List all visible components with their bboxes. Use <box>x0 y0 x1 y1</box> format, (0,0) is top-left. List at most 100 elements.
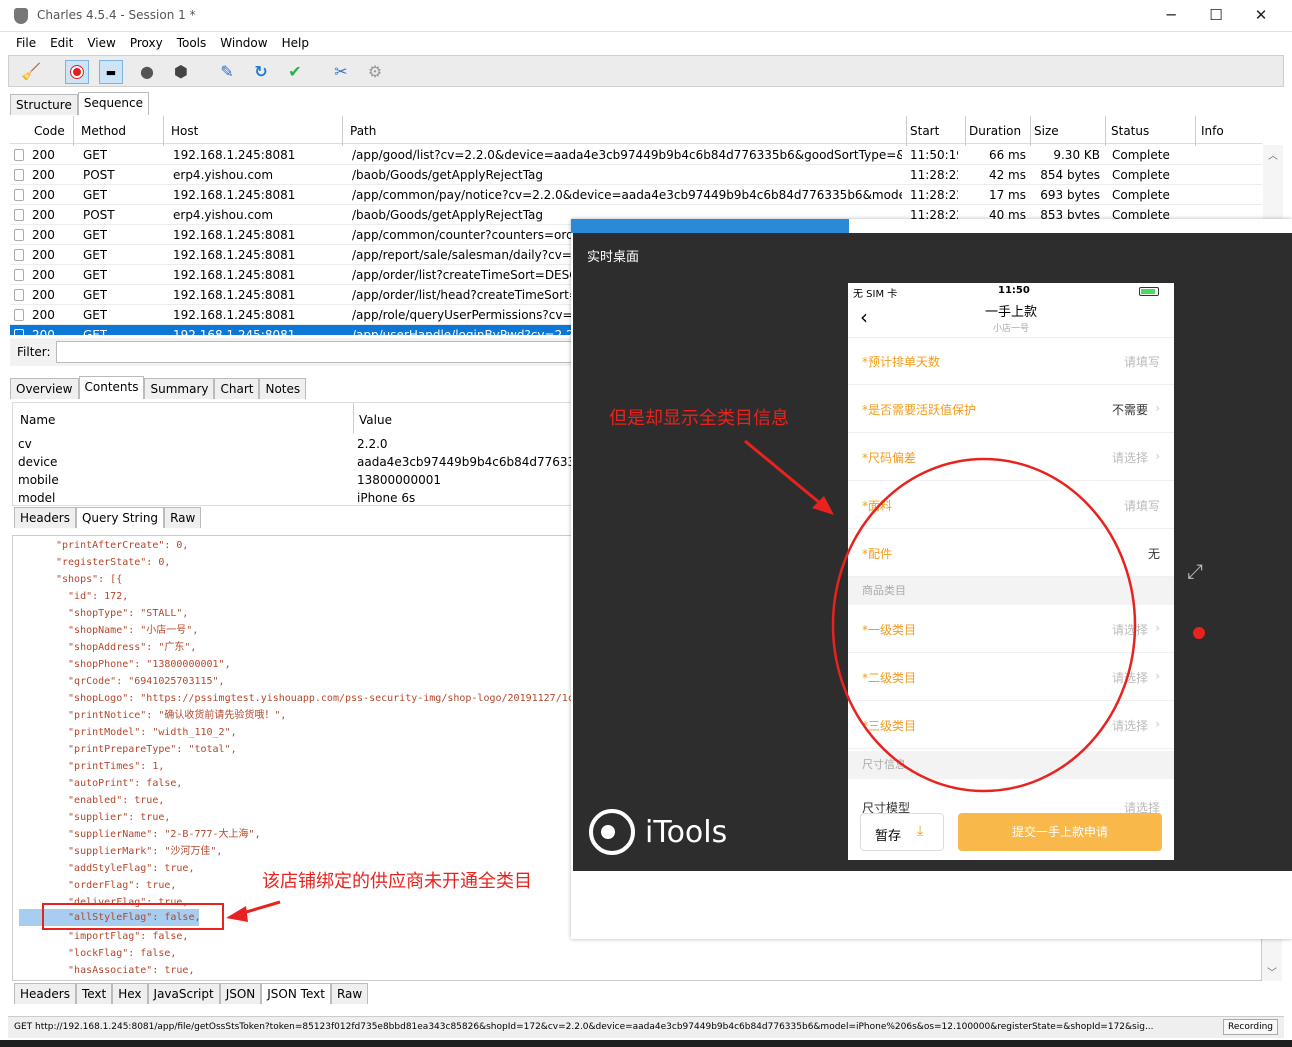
tab-resp-raw[interactable]: Raw <box>330 983 369 1004</box>
request-tabs: Headers Query String Raw <box>14 507 202 528</box>
field-fabric[interactable]: *面料 请填写 <box>848 481 1174 529</box>
json-line: "hasAssociate": true, <box>56 965 195 976</box>
minimize-button[interactable]: ─ <box>1148 0 1194 32</box>
request-icon <box>14 309 24 321</box>
tab-resp-json-text[interactable]: JSON Text <box>261 983 331 1004</box>
tab-chart[interactable]: Chart <box>214 378 260 399</box>
tab-overview[interactable]: Overview <box>10 378 79 399</box>
menu-help[interactable]: Help <box>274 33 315 50</box>
tab-sequence[interactable]: Sequence <box>77 92 150 115</box>
cell-host: 192.168.1.245:8081 <box>173 148 296 162</box>
fullscreen-icon[interactable]: ⤢ <box>1187 559 1203 583</box>
submit-button[interactable]: 提交一手上款申请 <box>958 813 1162 851</box>
menu-bar: File Edit View Proxy Tools Window Help <box>8 33 1284 55</box>
field-activity-protect[interactable]: *是否需要活跃值保护 不需要 › <box>848 385 1174 433</box>
json-line: "qrCode": "6941025703115", <box>56 676 225 687</box>
col-duration[interactable]: Duration <box>969 124 1021 138</box>
field-size-deviation[interactable]: *尺码偏差 请选择 › <box>848 433 1174 481</box>
charles-logo-icon <box>14 8 28 24</box>
tab-resp-javascript[interactable]: JavaScript <box>147 983 220 1004</box>
field-category-2[interactable]: *二级类目 请选择 › <box>848 653 1174 701</box>
filter-label: Filter: <box>17 345 51 359</box>
table-row[interactable]: 200 GET 192.168.1.245:8081/app/good/list?c… <box>10 145 1262 165</box>
field-category-1[interactable]: *一级类目 请选择 › <box>848 605 1174 653</box>
title-bar: Charles 4.5.4 - Session 1 * ─ ☐ ✕ <box>0 0 1292 32</box>
cell-method: POST <box>83 208 115 222</box>
broom-icon[interactable]: 🧹 <box>19 60 43 84</box>
request-icon <box>14 289 24 301</box>
cell-method: GET <box>83 228 108 242</box>
tab-query-string[interactable]: Query String <box>75 507 165 528</box>
cell-host: 192.168.1.245:8081 <box>173 328 296 335</box>
cell-start: 11:50:19 <box>910 148 958 162</box>
save-draft-button[interactable]: 暂存 ⤓ <box>860 813 944 851</box>
tab-headers[interactable]: Headers <box>14 507 76 528</box>
check-icon[interactable]: ✔ <box>283 60 307 84</box>
field-category-3[interactable]: *三级类目 请选择 › <box>848 701 1174 749</box>
turtle-icon[interactable]: ● <box>135 60 159 84</box>
json-line: "autoPrint": false, <box>56 778 183 789</box>
status-url: GET http://192.168.1.245:8081/app/file/g… <box>14 1022 1154 1032</box>
tab-resp-text[interactable]: Text <box>75 983 113 1004</box>
menu-edit[interactable]: Edit <box>42 33 79 50</box>
itools-logo-icon <box>589 809 635 855</box>
refresh-icon[interactable]: ↻ <box>249 60 273 84</box>
col-status[interactable]: Status <box>1111 124 1149 138</box>
phone-screen: 无 SIM 卡 11:50 ‹ 一手上款 小店一号 *预计排单天数 请填写 *是否… <box>848 283 1174 860</box>
tab-resp-hex[interactable]: Hex <box>112 983 148 1004</box>
section-category: 商品类目 <box>848 577 1174 605</box>
cell-host: erp4.yishou.com <box>173 168 274 182</box>
record-dot-icon[interactable] <box>1193 627 1205 639</box>
col-start[interactable]: Start <box>910 124 939 138</box>
cell-size: 854 bytes <box>1040 168 1100 182</box>
tab-notes[interactable]: Notes <box>259 378 307 399</box>
itools-top-border <box>571 219 1292 233</box>
menu-window[interactable]: Window <box>212 33 273 50</box>
gear-icon[interactable]: ⚙ <box>363 60 387 84</box>
table-row[interactable]: 200 GET 192.168.1.245:8081/app/common/pay/… <box>10 185 1262 205</box>
tab-resp-headers[interactable]: Headers <box>14 983 76 1004</box>
col-info[interactable]: Info <box>1201 124 1224 138</box>
request-icon <box>14 149 24 161</box>
filter-input[interactable] <box>56 341 576 363</box>
json-line: "shopName": "小店一号", <box>56 625 199 636</box>
tab-summary[interactable]: Summary <box>144 378 215 399</box>
col-path[interactable]: Path <box>350 124 376 138</box>
maximize-button[interactable]: ☐ <box>1193 0 1239 32</box>
menu-tools[interactable]: Tools <box>169 33 213 50</box>
menu-proxy[interactable]: Proxy <box>122 33 169 50</box>
table-row[interactable]: 200 POST erp4.yishou.com/baob/Goods/getApp… <box>10 165 1262 185</box>
request-icon <box>14 209 24 221</box>
recording-indicator[interactable]: Recording <box>1223 1019 1279 1035</box>
cell-code: 200 <box>32 268 55 282</box>
col-method[interactable]: Method <box>81 124 126 138</box>
tab-raw[interactable]: Raw <box>164 507 202 528</box>
field-accessories[interactable]: *配件无 <box>848 529 1174 577</box>
throttle-icon[interactable]: ▬ <box>99 60 123 84</box>
json-line: "shops": [{ <box>56 574 123 585</box>
tab-contents[interactable]: Contents <box>78 376 145 399</box>
pen-icon[interactable]: ✎ <box>215 60 239 84</box>
cell-code: 200 <box>32 248 55 262</box>
col-code[interactable]: Code <box>34 124 65 138</box>
tab-structure[interactable]: Structure <box>10 94 78 115</box>
cell-path: /app/common/pay/notice?cv=2.2.0&device=a… <box>352 188 902 202</box>
tab-resp-json[interactable]: JSON <box>219 983 262 1004</box>
menu-view[interactable]: View <box>79 33 121 50</box>
close-button[interactable]: ✕ <box>1238 0 1284 32</box>
cell-code: 200 <box>32 208 55 222</box>
phone-carrier: 无 SIM 卡 <box>853 289 898 300</box>
status-bar: GET http://192.168.1.245:8081/app/file/g… <box>8 1016 1284 1038</box>
tools-icon[interactable]: ✂ <box>329 60 353 84</box>
record-button[interactable] <box>65 60 89 84</box>
json-line: "printModel": "width_110_2", <box>56 727 237 738</box>
col-size[interactable]: Size <box>1034 124 1059 138</box>
cell-method: GET <box>83 308 108 322</box>
field-schedule-days[interactable]: *预计排单天数 请填写 <box>848 337 1174 385</box>
col-host[interactable]: Host <box>171 124 198 138</box>
menu-file[interactable]: File <box>8 33 42 50</box>
stop-icon[interactable]: ⬢ <box>169 60 193 84</box>
cell-status: Complete <box>1112 148 1170 162</box>
param-names: cv device mobile model <box>18 437 59 505</box>
json-line: "supplierMark": "沙河万佳", <box>56 846 223 857</box>
